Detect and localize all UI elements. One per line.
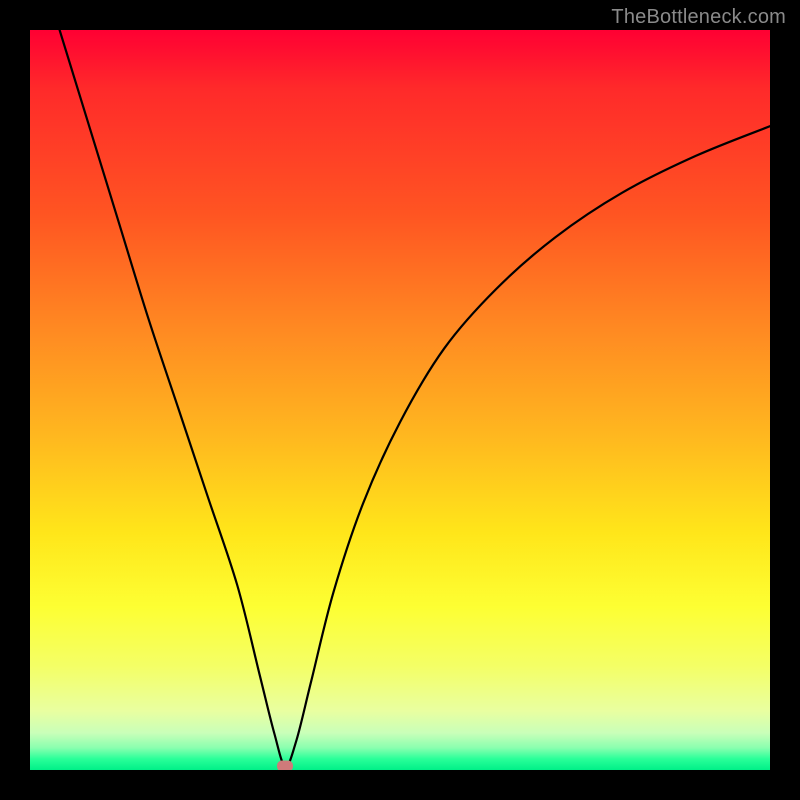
chart-frame: TheBottleneck.com [0, 0, 800, 800]
watermark-text: TheBottleneck.com [611, 6, 786, 29]
minimum-marker [277, 761, 293, 770]
bottleneck-curve [30, 30, 770, 770]
plot-area [30, 30, 770, 770]
